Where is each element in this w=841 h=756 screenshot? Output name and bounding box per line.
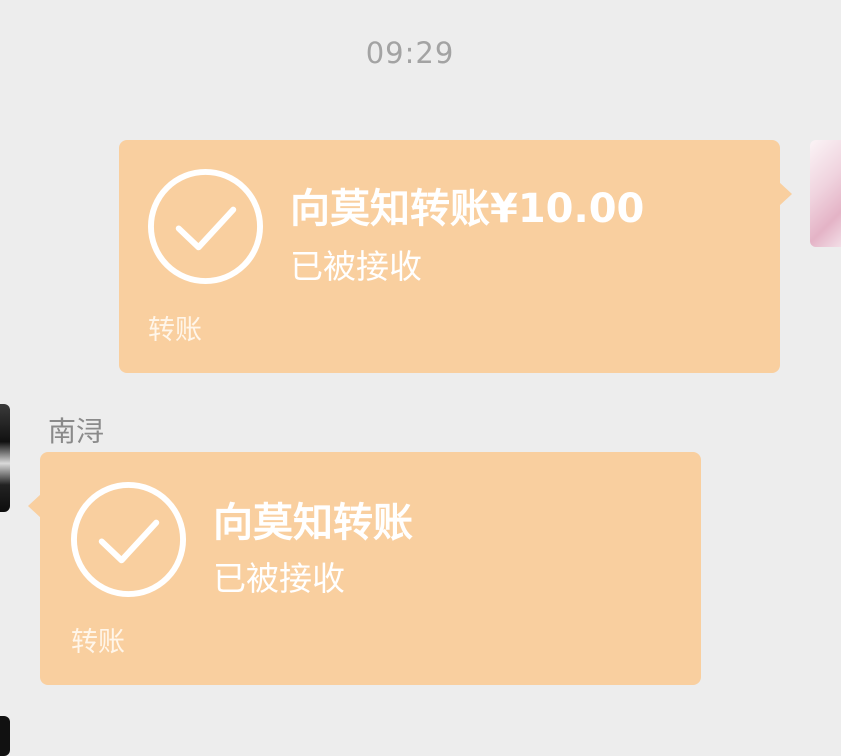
next-sender-avatar[interactable] <box>0 716 10 756</box>
transfer-bubble-incoming[interactable]: 向莫知转账 已被接收 转账 <box>28 452 701 685</box>
transfer-bubble-outgoing[interactable]: 向莫知转账¥10.00 已被接收 转账 <box>119 140 792 373</box>
check-circle-icon <box>70 481 187 598</box>
bubble-tail-right <box>779 182 792 206</box>
transfer-label: 转账 <box>71 627 125 658</box>
bubble-tail-left <box>28 494 41 518</box>
transfer-label: 转账 <box>148 315 202 346</box>
transfer-status: 已被接收 <box>213 559 345 598</box>
transfer-title: 向莫知转账¥10.00 <box>290 186 645 232</box>
chat-timestamp: 09:29 <box>365 36 455 70</box>
my-avatar[interactable] <box>810 140 841 247</box>
transfer-title: 向莫知转账 <box>213 500 413 546</box>
sender-avatar[interactable] <box>0 404 10 512</box>
check-circle-icon <box>147 168 264 285</box>
sender-name: 南浔 <box>48 415 105 448</box>
transfer-status: 已被接收 <box>290 247 422 286</box>
